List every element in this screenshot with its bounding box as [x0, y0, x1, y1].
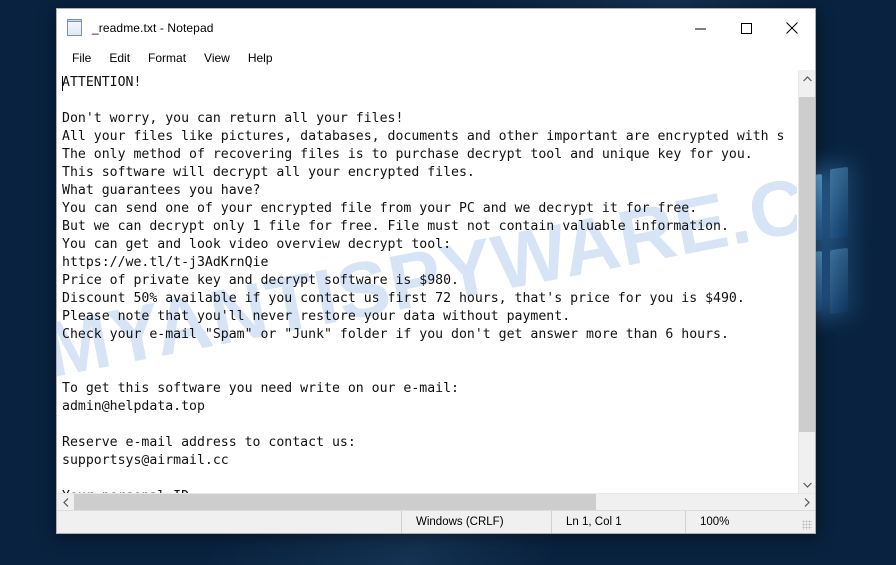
horizontal-scroll-thumb[interactable] [74, 494, 596, 510]
horizontal-scrollbar[interactable] [57, 493, 815, 510]
status-encoding: Windows (CRLF) [401, 511, 551, 533]
scroll-up-icon[interactable] [799, 70, 815, 87]
menu-item-view[interactable]: View [195, 49, 239, 67]
resize-grip-icon[interactable] [802, 520, 812, 530]
title-bar[interactable]: _readme.txt - Notepad [57, 9, 815, 47]
wallpaper-logo-pane [830, 166, 848, 240]
minimize-button[interactable] [677, 9, 723, 47]
vertical-scrollbar[interactable] [798, 70, 815, 493]
editor-area: MYANTISPYWARE.COM ATTENTION! Don't worry… [57, 69, 815, 510]
menu-item-edit[interactable]: Edit [100, 49, 139, 67]
maximize-button[interactable] [723, 9, 769, 47]
horizontal-scroll-track[interactable] [74, 494, 798, 510]
menu-item-format[interactable]: Format [139, 49, 195, 67]
text-caret [62, 76, 63, 91]
status-zoom-label: 100% [700, 516, 730, 528]
wallpaper-logo-pane [830, 247, 848, 315]
status-cursor-position: Ln 1, Col 1 [551, 511, 685, 533]
menu-item-file[interactable]: File [63, 49, 100, 67]
status-bar: Windows (CRLF) Ln 1, Col 1 100% [57, 510, 815, 533]
menu-item-help[interactable]: Help [239, 49, 282, 67]
vertical-scroll-track[interactable] [799, 87, 815, 476]
window-controls [677, 9, 815, 47]
menu-bar: File Edit Format View Help [57, 47, 815, 69]
scroll-down-icon[interactable] [799, 476, 815, 493]
close-button[interactable] [769, 9, 815, 47]
status-spacer [57, 511, 401, 533]
ransom-note-text: ATTENTION! Don't worry, you can return a… [62, 75, 785, 493]
vertical-scroll-thumb[interactable] [799, 97, 815, 432]
notepad-icon [66, 19, 84, 37]
notepad-window: _readme.txt - Notepad File Edit Format V… [56, 8, 816, 534]
window-title: _readme.txt - Notepad [92, 21, 214, 35]
scroll-right-icon[interactable] [798, 494, 815, 510]
text-area[interactable]: MYANTISPYWARE.COM ATTENTION! Don't worry… [57, 70, 798, 493]
status-zoom-level: 100% [685, 511, 815, 533]
scroll-left-icon[interactable] [57, 494, 74, 510]
